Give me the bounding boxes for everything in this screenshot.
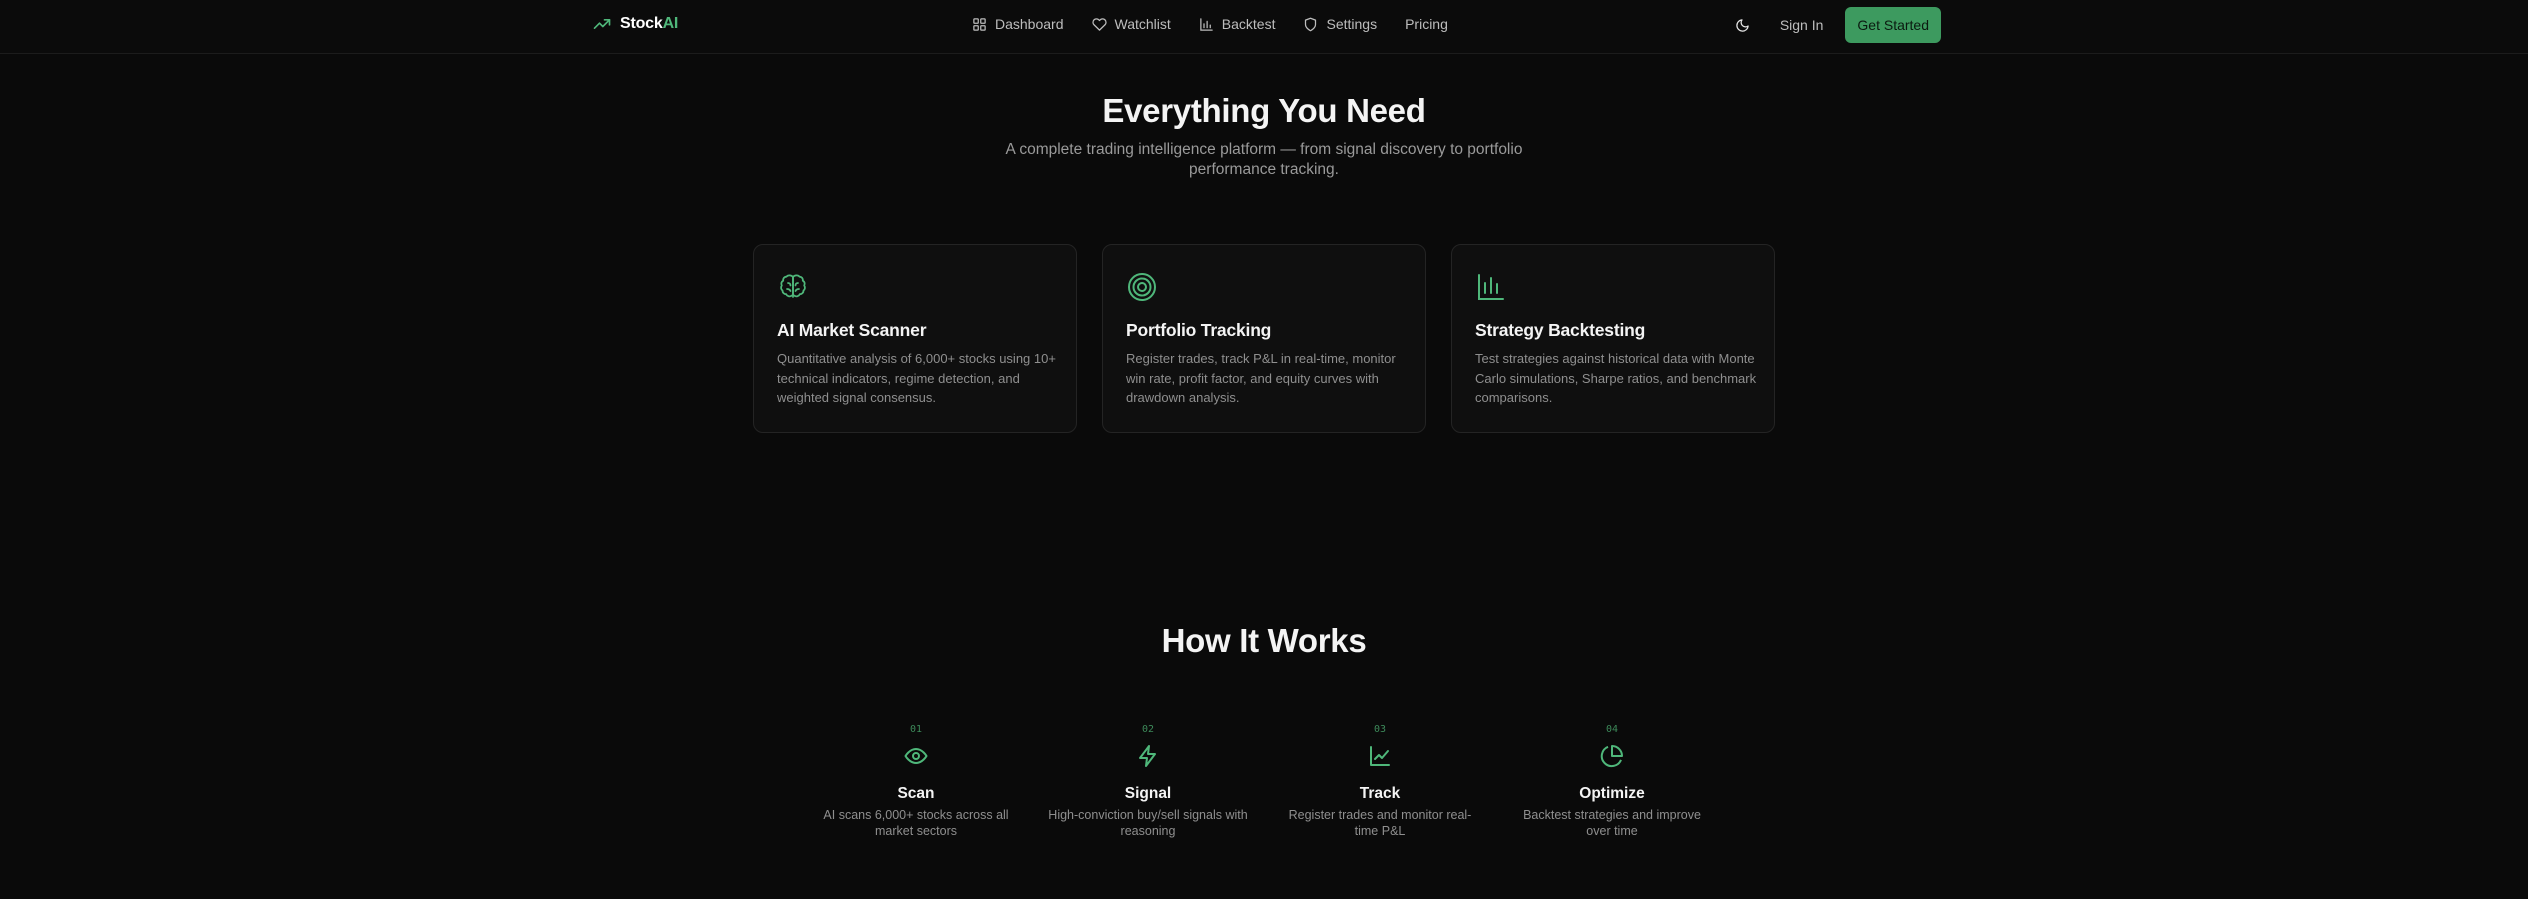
nav-link-backtest[interactable]: Backtest	[1199, 16, 1276, 32]
step-number: 01	[909, 724, 923, 735]
step-description: AI scans 6,000+ stocks across all market…	[823, 808, 1009, 838]
step-description: High-conviction buy/sell signals with re…	[1048, 808, 1248, 838]
pie-chart-icon	[1600, 745, 1623, 767]
nav-link-label: Pricing	[1405, 16, 1448, 32]
card-description: Register trades, track P&L in real-time,…	[1126, 351, 1396, 405]
bar-chart-icon	[1478, 274, 1504, 300]
brand-name-suffix: AI	[662, 15, 679, 32]
nav-link-watchlist[interactable]: Watchlist	[1091, 16, 1171, 32]
brand-name: StockAI	[620, 15, 678, 33]
heart-icon	[1091, 17, 1107, 31]
line-chart-icon	[1370, 746, 1390, 766]
step-optimize: 04 Optimize Backtest strategies and impr…	[1512, 724, 1712, 839]
feature-card-ai-market-scanner: AI Market Scanner Quantitative analysis …	[753, 244, 1077, 433]
get-started-button[interactable]: Get Started	[1845, 7, 1941, 43]
features-subtitle: A complete trading intelligence platform…	[1005, 141, 1523, 178]
step-title: Scan	[897, 785, 935, 802]
nav-link-settings[interactable]: Settings	[1303, 16, 1377, 32]
nav-links: Dashboard Watchlist Backtest Settings Pr…	[972, 16, 1448, 32]
card-description: Test strategies against historical data …	[1475, 351, 1757, 405]
feature-card-portfolio-tracking: Portfolio Tracking Register trades, trac…	[1102, 244, 1426, 433]
how-it-works-title: How It Works	[1161, 622, 1367, 659]
brand-name-prefix: Stock	[620, 15, 663, 32]
nav-link-dashboard[interactable]: Dashboard	[972, 16, 1064, 32]
step-number: 02	[1141, 724, 1155, 735]
trending-up-icon	[593, 19, 611, 29]
step-title: Signal	[1124, 785, 1172, 802]
feature-card-strategy-backtesting: Strategy Backtesting Test strategies aga…	[1451, 244, 1775, 433]
step-scan: 01 Scan AI scans 6,000+ stocks across al…	[816, 724, 1016, 839]
step-number: 03	[1373, 724, 1387, 735]
target-icon	[1128, 273, 1156, 301]
nav-link-label: Watchlist	[1114, 16, 1171, 32]
step-number: 04	[1605, 724, 1619, 735]
nav-actions: Sign In Get Started	[1728, 7, 1941, 43]
bar-chart-icon	[1200, 17, 1213, 31]
shield-icon	[1305, 17, 1317, 31]
nav-link-pricing[interactable]: Pricing	[1405, 16, 1448, 32]
theme-toggle-button[interactable]	[1728, 10, 1758, 40]
eye-icon	[904, 748, 928, 764]
grid-icon	[973, 17, 986, 31]
top-nav: StockAI Dashboard Watchlist Backtest Set…	[0, 0, 2528, 54]
moon-icon	[1736, 18, 1750, 32]
step-title: Optimize	[1579, 785, 1645, 802]
card-title: AI Market Scanner	[777, 320, 927, 340]
card-title: Portfolio Tracking	[1126, 320, 1272, 340]
step-description: Backtest strategies and improve over tim…	[1523, 808, 1701, 838]
step-track: 03 Track Register trades and monitor rea…	[1280, 724, 1480, 839]
sign-in-link[interactable]: Sign In	[1780, 17, 1824, 33]
features-title: Everything You Need	[1102, 92, 1426, 129]
nav-link-label: Settings	[1326, 16, 1378, 32]
step-signal: 02 Signal High-conviction buy/sell signa…	[1048, 724, 1248, 839]
card-description: Quantitative analysis of 6,000+ stocks u…	[777, 351, 1056, 405]
card-title: Strategy Backtesting	[1475, 320, 1646, 340]
nav-link-label: Dashboard	[995, 16, 1064, 32]
step-title: Track	[1359, 785, 1401, 802]
lightning-icon	[1139, 745, 1156, 767]
brand-logo[interactable]: StockAI	[592, 14, 678, 34]
nav-link-label: Backtest	[1221, 16, 1276, 32]
step-description: Register trades and monitor real-time P&…	[1288, 808, 1472, 838]
brain-icon	[780, 274, 806, 298]
